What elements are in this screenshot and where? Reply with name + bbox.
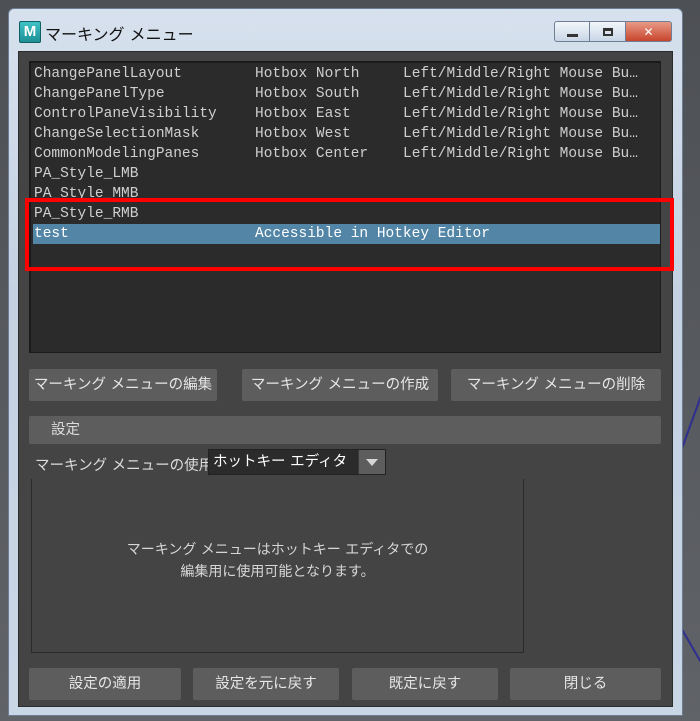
item-name: ChangePanelLayout: [34, 66, 182, 82]
item-access: Left/Middle/Right Mouse Bu…: [403, 106, 638, 122]
title-bar[interactable]: M マーキング メニュー ✕: [9, 9, 682, 51]
item-access: Left/Middle/Right Mouse Bu…: [403, 146, 638, 162]
list-item[interactable]: ControlPaneVisibility Hotbox East Left/Mid…: [33, 104, 660, 124]
use-marking-menu-dropdown[interactable]: ホットキー エディタ: [208, 449, 386, 475]
window-title: マーキング メニュー: [45, 25, 194, 44]
item-name: PA_Style_RMB: [34, 206, 139, 222]
apply-settings-button[interactable]: 設定の適用: [29, 668, 181, 700]
list-item[interactable]: PA_Style_MMB: [33, 184, 660, 204]
item-access: Left/Middle/Right Mouse Bu…: [403, 86, 638, 102]
item-access: Left/Middle/Right Mouse Bu…: [403, 126, 638, 142]
reset-defaults-button[interactable]: 既定に戻す: [352, 668, 498, 700]
list-item[interactable]: CommonModelingPanes Hotbox Center Left/Mid…: [33, 144, 660, 164]
item-name: PA_Style_LMB: [34, 166, 139, 182]
item-hotbox: Hotbox East: [255, 106, 351, 122]
marking-menu-list[interactable]: ChangePanelLayout Hotbox North Left/Middle…: [29, 61, 661, 353]
item-hotbox: Hotbox West: [255, 126, 351, 142]
list-item[interactable]: PA_Style_RMB: [33, 204, 660, 224]
item-name: CommonModelingPanes: [34, 146, 200, 162]
item-name: ChangePanelType: [34, 86, 165, 102]
minimize-icon: [566, 34, 578, 37]
info-line-2: 編集用に使用可能となります。: [180, 564, 375, 580]
list-item[interactable]: ChangePanelLayout Hotbox North Left/Middle…: [33, 64, 660, 84]
item-hotbox: Hotbox South: [255, 86, 360, 102]
item-name: ChangeSelectionMask: [34, 126, 200, 142]
list-item[interactable]: test Accessible in Hotkey Editor: [33, 224, 660, 244]
item-hotbox: Accessible in Hotkey Editor: [255, 226, 490, 242]
revert-settings-button[interactable]: 設定を元に戻す: [193, 668, 339, 700]
info-line-1: マーキング メニューはホットキー エディタでの: [126, 542, 429, 558]
item-name: PA_Style_MMB: [34, 186, 139, 202]
item-name: test: [34, 226, 69, 242]
item-access: Left/Middle/Right Mouse Bu…: [403, 66, 638, 82]
maximize-icon: [602, 27, 613, 36]
list-item[interactable]: PA_Style_LMB: [33, 164, 660, 184]
close-button[interactable]: 閉じる: [510, 668, 661, 700]
use-marking-menu-label: マーキング メニューの使用:: [35, 458, 219, 474]
close-window-button[interactable]: ✕: [626, 21, 672, 42]
item-hotbox: Hotbox Center: [255, 146, 369, 162]
delete-marking-menu-button[interactable]: マーキング メニューの削除: [451, 369, 661, 401]
settings-section-header[interactable]: 設定: [29, 416, 661, 444]
maximize-button[interactable]: [590, 21, 626, 42]
maya-app-icon: M: [19, 21, 41, 43]
window-controls: ✕: [554, 21, 672, 43]
marking-menu-window: M マーキング メニュー ✕ ChangePanelLayout Hotbox N…: [8, 8, 683, 716]
minimize-button[interactable]: [554, 21, 590, 42]
item-name: ControlPaneVisibility: [34, 106, 217, 122]
item-hotbox: Hotbox North: [255, 66, 360, 82]
settings-info-text: マーキング メニューはホットキー エディタでの 編集用に使用可能となります。: [32, 539, 523, 583]
chevron-down-icon[interactable]: [358, 450, 385, 474]
list-item[interactable]: ChangePanelType Hotbox South Left/Middle/R…: [33, 84, 660, 104]
list-item[interactable]: ChangeSelectionMask Hotbox West Left/Middl…: [33, 124, 660, 144]
settings-info-panel: マーキング メニューはホットキー エディタでの 編集用に使用可能となります。: [31, 479, 524, 653]
window-client-area: ChangePanelLayout Hotbox North Left/Middle…: [18, 51, 673, 707]
close-icon: ✕: [643, 24, 654, 39]
edit-marking-menu-button[interactable]: マーキング メニューの編集: [29, 369, 217, 401]
dropdown-value: ホットキー エディタ: [213, 454, 348, 470]
create-marking-menu-button[interactable]: マーキング メニューの作成: [242, 369, 438, 401]
